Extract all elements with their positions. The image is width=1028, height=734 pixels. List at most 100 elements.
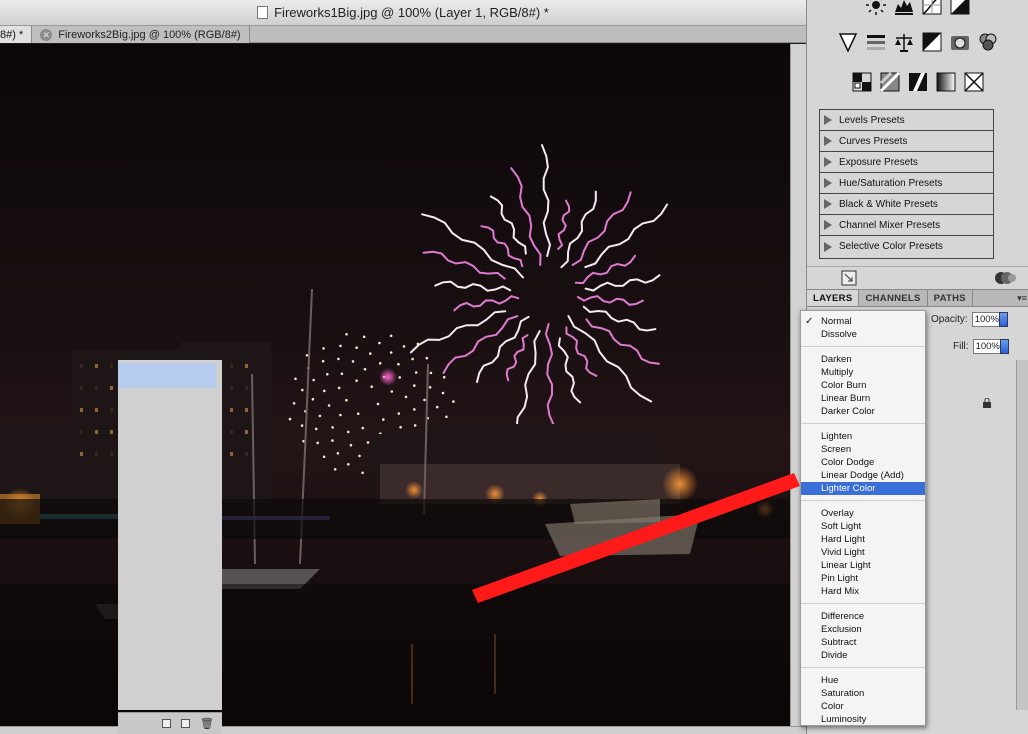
- blend-mode-hard-mix[interactable]: Hard Mix: [801, 585, 925, 598]
- disclosure-triangle-icon: [824, 115, 832, 125]
- tab-layers[interactable]: LAYERS: [807, 290, 860, 306]
- firework-spark: [355, 346, 358, 350]
- blend-mode-lighten[interactable]: Lighten: [801, 430, 925, 443]
- preset-exposure[interactable]: Exposure Presets: [820, 152, 993, 173]
- selected-layer-row[interactable]: [118, 363, 216, 388]
- tab-channels[interactable]: CHANNELS: [859, 290, 928, 306]
- blend-mode-multiply[interactable]: Multiply: [801, 366, 925, 379]
- hue-saturation-icon[interactable]: [865, 31, 887, 53]
- blend-mode-divide[interactable]: Divide: [801, 649, 925, 662]
- firework-spark: [311, 397, 315, 401]
- curves-icon[interactable]: [921, 0, 943, 16]
- opacity-label: Opacity:: [931, 314, 968, 325]
- blend-mode-difference[interactable]: Difference: [801, 610, 925, 623]
- exposure-icon[interactable]: [949, 0, 971, 16]
- blend-mode-pin-light[interactable]: Pin Light: [801, 572, 925, 585]
- blend-mode-color-dodge[interactable]: Color Dodge: [801, 456, 925, 469]
- blend-mode-subtract[interactable]: Subtract: [801, 636, 925, 649]
- firework-spark: [399, 425, 402, 429]
- trash-icon[interactable]: 🗑: [200, 717, 214, 730]
- blend-mode-linear-light[interactable]: Linear Light: [801, 559, 925, 572]
- firework-streak: [576, 295, 644, 306]
- building-window: [80, 430, 83, 434]
- firework-spark: [337, 357, 340, 361]
- firework-streak: [557, 199, 571, 251]
- adjustments-footer: [807, 266, 1028, 288]
- blend-mode-color-burn[interactable]: Color Burn: [801, 379, 925, 392]
- firework-spark: [339, 413, 342, 417]
- blend-mode-screen[interactable]: Screen: [801, 443, 925, 456]
- blend-mode-vivid-light[interactable]: Vivid Light: [801, 546, 925, 559]
- tab-paths[interactable]: PATHS: [928, 290, 973, 306]
- opacity-dropdown-icon[interactable]: [998, 312, 1008, 327]
- levels-icon[interactable]: [893, 0, 915, 16]
- blend-mode-linear-dodge-add[interactable]: Linear Dodge (Add): [801, 469, 925, 482]
- blend-mode-dissolve[interactable]: Dissolve: [801, 328, 925, 341]
- fill-dropdown-icon[interactable]: [999, 339, 1009, 354]
- panel-menu-icon[interactable]: ▾≡: [1015, 290, 1028, 306]
- close-icon[interactable]: ✕: [40, 28, 53, 41]
- color-balance-icon[interactable]: [893, 31, 915, 53]
- new-group-icon[interactable]: [162, 719, 172, 728]
- firework-spark: [327, 404, 331, 407]
- tab-fireworks2[interactable]: ✕ Fireworks2Big.jpg @ 100% (RGB/8#): [32, 26, 250, 43]
- blend-mode-normal[interactable]: Normal ✓: [801, 315, 925, 328]
- blend-mode-exclusion[interactable]: Exclusion: [801, 623, 925, 636]
- firework-spark: [314, 427, 318, 431]
- menu-separator: [801, 603, 925, 604]
- building-window: [245, 452, 248, 456]
- new-layer-icon[interactable]: [181, 719, 191, 728]
- firework-spark: [355, 379, 358, 383]
- invert-icon[interactable]: [851, 71, 873, 93]
- blend-mode-saturation[interactable]: Saturation: [801, 687, 925, 700]
- gradient-map-icon[interactable]: [935, 71, 957, 93]
- preset-levels[interactable]: Levels Presets: [820, 110, 993, 131]
- brightness-contrast-icon[interactable]: [865, 0, 887, 16]
- opacity-field[interactable]: 100%: [971, 312, 1000, 327]
- firework-spark: [322, 347, 325, 350]
- threshold-icon[interactable]: [907, 71, 929, 93]
- preset-hue-saturation[interactable]: Hue/Saturation Presets: [820, 173, 993, 194]
- blend-mode-overlay[interactable]: Overlay: [801, 507, 925, 520]
- blend-mode-lighter-color[interactable]: Lighter Color: [801, 482, 925, 495]
- firework-spark: [442, 375, 446, 379]
- tab-fireworks1[interactable]: 8#) *: [0, 26, 33, 43]
- preset-curves[interactable]: Curves Presets: [820, 131, 993, 152]
- building-window: [110, 430, 113, 434]
- posterize-icon[interactable]: [879, 71, 901, 93]
- building-window: [245, 386, 248, 390]
- black-white-icon[interactable]: [921, 31, 943, 53]
- fill-control: Fill: 100%: [953, 339, 1009, 354]
- blend-mode-luminosity[interactable]: Luminosity: [801, 713, 925, 726]
- selective-color-icon[interactable]: [963, 71, 985, 93]
- preset-black-white[interactable]: Black & White Presets: [820, 194, 993, 215]
- adjustment-row-3: [807, 71, 1028, 93]
- firework-spark: [414, 371, 418, 374]
- expand-view-icon[interactable]: [841, 270, 857, 286]
- blend-mode-linear-burn[interactable]: Linear Burn: [801, 392, 925, 405]
- fill-field[interactable]: 100%: [972, 339, 1001, 354]
- blend-mode-hard-light[interactable]: Hard Light: [801, 533, 925, 546]
- preset-channel-mixer[interactable]: Channel Mixer Presets: [820, 215, 993, 236]
- firework-streak: [409, 310, 507, 354]
- firework-spark: [445, 415, 448, 419]
- photo-filter-icon[interactable]: [949, 31, 971, 53]
- firework-spark: [428, 386, 432, 389]
- blend-mode-color[interactable]: Color: [801, 700, 925, 713]
- building-window: [80, 408, 83, 412]
- clip-layers-icon[interactable]: [995, 270, 1017, 286]
- menu-separator: [801, 346, 925, 347]
- layers-list[interactable]: [118, 360, 222, 710]
- blend-mode-soft-light[interactable]: Soft Light: [801, 520, 925, 533]
- channel-mixer-icon[interactable]: [977, 31, 999, 53]
- blend-mode-hue[interactable]: Hue: [801, 674, 925, 687]
- blend-mode-darken[interactable]: Darken: [801, 353, 925, 366]
- building-window: [230, 430, 233, 434]
- layers-scrollbar[interactable]: [1016, 360, 1028, 710]
- vibrance-icon[interactable]: [837, 31, 859, 53]
- blend-mode-darker-color[interactable]: Darker Color: [801, 405, 925, 418]
- building-window: [110, 452, 113, 456]
- firework-spark: [349, 443, 353, 447]
- firework-spark: [346, 430, 350, 434]
- preset-selective-color[interactable]: Selective Color Presets: [820, 236, 993, 257]
